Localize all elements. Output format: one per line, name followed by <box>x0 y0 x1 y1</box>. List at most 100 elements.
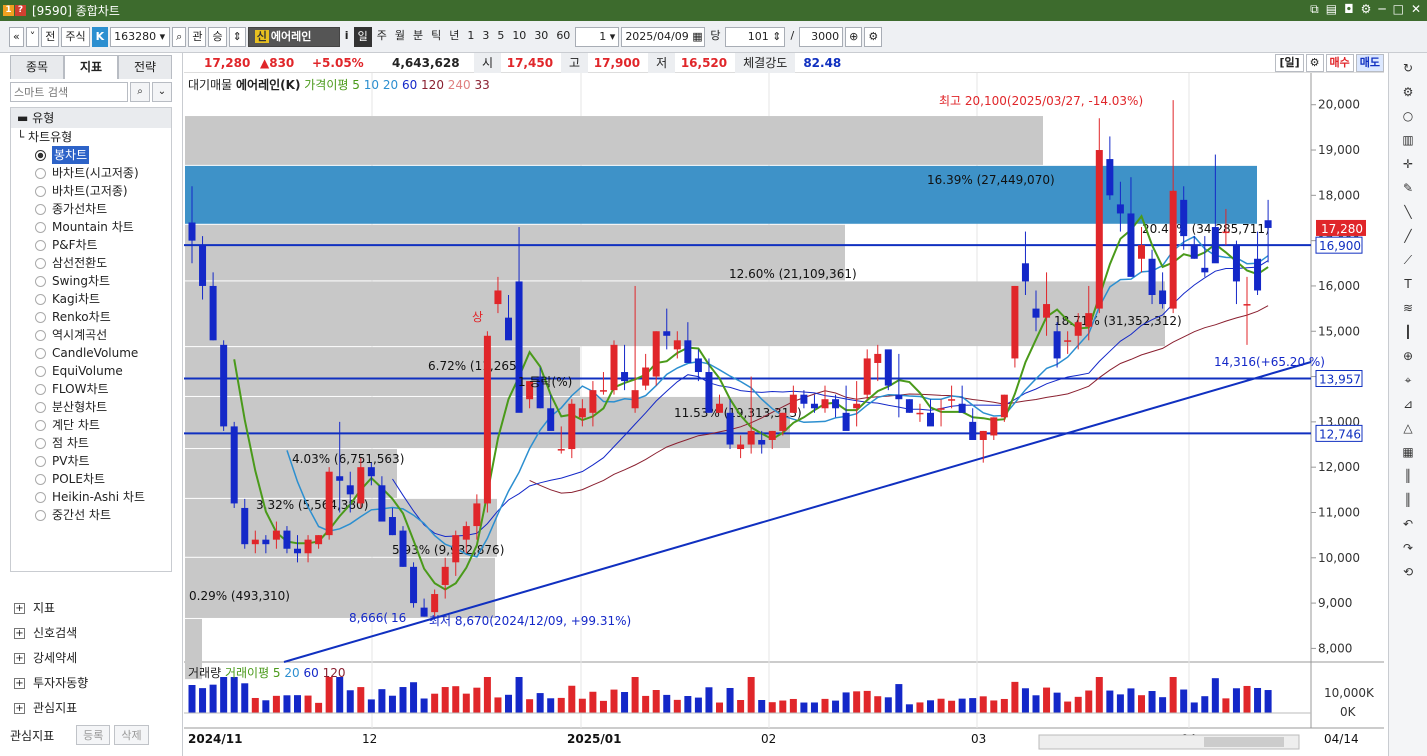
chart-svg[interactable]: 16.39% (27,449,070) 20.47% (34,285,711) 12… <box>184 73 1384 756</box>
chart-type-item[interactable]: 바차트(고저종) <box>11 182 171 200</box>
chart-icon[interactable]: ▥ <box>1398 131 1418 149</box>
refresh-icon[interactable]: ↻ <box>1398 59 1418 77</box>
radio-icon[interactable] <box>35 275 46 287</box>
chart-type-item[interactable]: 분산형차트 <box>11 398 171 416</box>
text-icon[interactable]: T <box>1398 275 1418 293</box>
period-tick[interactable]: 틱 <box>428 27 444 47</box>
delete-button[interactable]: 삭제 <box>114 725 149 745</box>
search-icon[interactable]: ⌕ <box>172 26 187 47</box>
grid-icon[interactable]: ▦ <box>1398 443 1418 461</box>
smart-search-input[interactable] <box>10 82 128 102</box>
chart-type-item[interactable]: EquiVolume <box>11 362 171 380</box>
chart-type-item[interactable]: Mountain 차트 <box>11 218 171 236</box>
chart-type-item[interactable]: 삼선전환도 <box>11 254 171 272</box>
undo-icon[interactable]: ↶ <box>1398 515 1418 533</box>
auto-icon[interactable]: ⟋ <box>1398 251 1418 269</box>
register-button[interactable]: 등록 <box>76 725 111 745</box>
pen-icon[interactable]: ✎ <box>1398 179 1418 197</box>
radio-icon[interactable] <box>35 293 46 305</box>
count-input[interactable]: 101 ⇕ <box>725 26 786 47</box>
prev-button[interactable]: « <box>9 26 24 47</box>
candle-icon[interactable]: ┃ <box>1398 323 1418 341</box>
search-icon[interactable]: ⌕ <box>130 82 150 102</box>
info-button[interactable]: i <box>342 27 352 47</box>
chart-settings-icon[interactable]: ⚙ <box>1305 53 1324 72</box>
new-window-icon[interactable]: ⧉ <box>1310 2 1319 17</box>
chart-type-item[interactable]: P&F차트 <box>11 236 171 254</box>
radio-icon[interactable] <box>35 221 46 233</box>
period-week[interactable]: 주 <box>374 27 390 47</box>
redo-icon[interactable]: ↷ <box>1398 539 1418 557</box>
radio-icon[interactable] <box>35 491 46 503</box>
chart-type-item[interactable]: CandleVolume <box>11 344 171 362</box>
chart-area[interactable]: 16.39% (27,449,070) 20.47% (34,285,711) 12… <box>184 73 1384 756</box>
indicator-group[interactable]: + 관심지표 <box>10 696 173 721</box>
gear-icon[interactable]: ⚙ <box>864 26 883 47</box>
chart-type-item[interactable]: FLOW차트 <box>11 380 171 398</box>
indicator-group[interactable]: + 강세약세 <box>10 646 173 671</box>
tab-stock[interactable]: 종목 <box>10 55 64 79</box>
chart-type-item[interactable]: 종가선차트 <box>11 200 171 218</box>
code-input[interactable]: 163280 ▾ <box>110 26 171 47</box>
indicator-group[interactable]: + 지표 <box>10 596 173 621</box>
circle-icon[interactable]: ○ <box>1398 107 1418 125</box>
radio-icon[interactable] <box>35 185 46 197</box>
indicator-group[interactable]: + 신호검색 <box>10 621 173 646</box>
radio-icon[interactable] <box>35 509 46 521</box>
chart-type-header[interactable]: └ 차트유형 <box>11 128 171 146</box>
k-badge[interactable]: K <box>91 26 109 47</box>
total-input[interactable]: 3000 <box>799 26 844 47</box>
chart-type-item[interactable]: 중간선 차트 <box>11 506 171 524</box>
stock-name-field[interactable]: 신 에어레인 <box>247 26 340 47</box>
camera-icon[interactable]: ◘ <box>1344 2 1354 17</box>
expand-icon[interactable]: + <box>14 628 25 639</box>
chevron-down-icon[interactable]: ⌄ <box>152 82 172 102</box>
chart-type-item[interactable]: 바차트(시고저종) <box>11 164 171 182</box>
reset-icon[interactable]: ⟲ <box>1398 563 1418 581</box>
help-icon[interactable]: ? <box>15 5 26 16</box>
save-icon[interactable]: ▤ <box>1326 2 1337 17</box>
ruler-icon[interactable]: ⊿ <box>1398 395 1418 413</box>
bars-icon[interactable]: ║ <box>1398 467 1418 485</box>
radio-icon[interactable] <box>35 401 46 413</box>
buy-button[interactable]: 매수 <box>1325 53 1354 72</box>
radio-icon[interactable] <box>35 455 46 467</box>
fibo-icon[interactable]: ≋ <box>1398 299 1418 317</box>
interval-1[interactable]: 1 <box>464 27 477 47</box>
radio-icon[interactable] <box>35 347 46 359</box>
radio-icon[interactable] <box>35 311 46 323</box>
chart-type-item[interactable]: 계단 차트 <box>11 416 171 434</box>
chart-type-item[interactable]: 점 차트 <box>11 434 171 452</box>
settings-icon[interactable]: ⚙ <box>1361 2 1372 17</box>
radio-icon[interactable] <box>35 419 46 431</box>
maximize-button[interactable]: □ <box>1393 2 1404 17</box>
dropdown-button[interactable]: ˅ <box>25 26 40 47</box>
magnet-icon[interactable]: ⌖ <box>1398 371 1418 389</box>
seung-button[interactable]: 승 <box>208 26 227 47</box>
zoom-icon[interactable]: ⊕ <box>845 26 863 47</box>
bars2-icon[interactable]: ║ <box>1398 491 1418 509</box>
minimize-button[interactable]: ─ <box>1378 2 1385 17</box>
period-year[interactable]: 년 <box>446 27 462 47</box>
tab-indicator[interactable]: 지표 <box>64 55 118 79</box>
period-month[interactable]: 월 <box>392 27 408 47</box>
chart-type-item[interactable]: Swing차트 <box>11 272 171 290</box>
chart-type-item[interactable]: PV차트 <box>11 452 171 470</box>
chart-type-item[interactable]: 역시계곡선 <box>11 326 171 344</box>
crosshair-icon[interactable]: ✛ <box>1398 155 1418 173</box>
radio-icon[interactable] <box>35 365 46 377</box>
interval-input[interactable]: 1 ▾ <box>575 26 620 47</box>
chart-type-item[interactable]: POLE차트 <box>11 470 171 488</box>
radio-icon[interactable] <box>35 473 46 485</box>
expand-icon[interactable]: + <box>14 703 25 714</box>
spin-icon[interactable]: ⇕ <box>228 26 246 47</box>
interval-5[interactable]: 5 <box>494 27 507 47</box>
period-button[interactable]: [일] <box>1275 53 1304 72</box>
zoom-icon[interactable]: ⊕ <box>1398 347 1418 365</box>
chart-type-item[interactable]: 봉차트 <box>11 146 171 164</box>
radio-icon[interactable] <box>35 239 46 251</box>
interval-10[interactable]: 10 <box>509 27 529 47</box>
shape-icon[interactable]: △ <box>1398 419 1418 437</box>
interval-3[interactable]: 3 <box>479 27 492 47</box>
tab-strategy[interactable]: 전략 <box>118 55 172 79</box>
